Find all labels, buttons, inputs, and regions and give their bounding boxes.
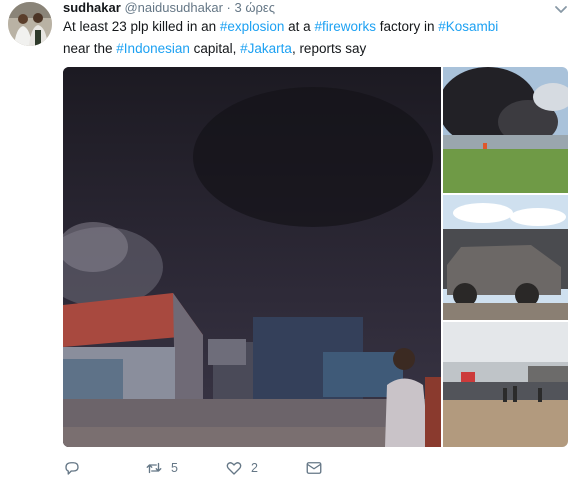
direct-message-icon <box>306 462 322 474</box>
user-handle[interactable]: @naidusudhakar <box>124 0 222 15</box>
retweet-button[interactable]: 5 <box>145 458 178 478</box>
tweet-text: At least 23 plp killed in an #explosion … <box>63 16 563 60</box>
text-segment: factory in <box>375 19 439 34</box>
hashtag-fireworks[interactable]: #fireworks <box>314 19 376 34</box>
separator-dot: · <box>226 0 231 15</box>
like-icon <box>226 462 242 475</box>
avatar-photo <box>8 2 52 46</box>
direct-message-button[interactable] <box>305 458 323 478</box>
media-grid <box>63 67 568 447</box>
avatar[interactable] <box>8 2 52 46</box>
like-button[interactable]: 2 <box>225 458 258 478</box>
side-photo-2[interactable] <box>443 195 568 320</box>
side-photo-3[interactable] <box>443 322 568 447</box>
retweet-count: 5 <box>171 461 178 475</box>
text-segment: At least 23 plp killed in an <box>63 19 220 34</box>
display-name[interactable]: sudhakar <box>63 0 121 15</box>
hashtag-explosion[interactable]: #explosion <box>220 19 285 34</box>
hashtag-indonesian[interactable]: #Indonesian <box>116 41 190 56</box>
tweet-header: sudhakar @naidusudhakar · 3 ώρες <box>63 0 275 16</box>
text-segment: capital, <box>189 41 241 56</box>
hashtag-kosambi[interactable]: #Kosambi <box>438 19 498 34</box>
side-photo-1[interactable] <box>443 67 568 193</box>
retweet-icon <box>146 462 162 474</box>
chevron-down-icon[interactable] <box>553 1 569 17</box>
like-count: 2 <box>251 461 258 475</box>
reply-button[interactable] <box>63 458 89 478</box>
hashtag-jakarta[interactable]: #Jakarta <box>240 41 292 56</box>
tweet-timestamp[interactable]: 3 ώρες <box>235 0 275 15</box>
tweet-card[interactable]: sudhakar @naidusudhakar · 3 ώρες At leas… <box>0 0 575 482</box>
text-segment: near the <box>63 41 117 56</box>
main-photo[interactable] <box>63 67 441 447</box>
reply-icon <box>65 462 79 475</box>
text-segment: , reports say <box>291 41 367 56</box>
text-segment: at a <box>284 19 315 34</box>
tweet-actions: 5 2 <box>63 458 363 478</box>
